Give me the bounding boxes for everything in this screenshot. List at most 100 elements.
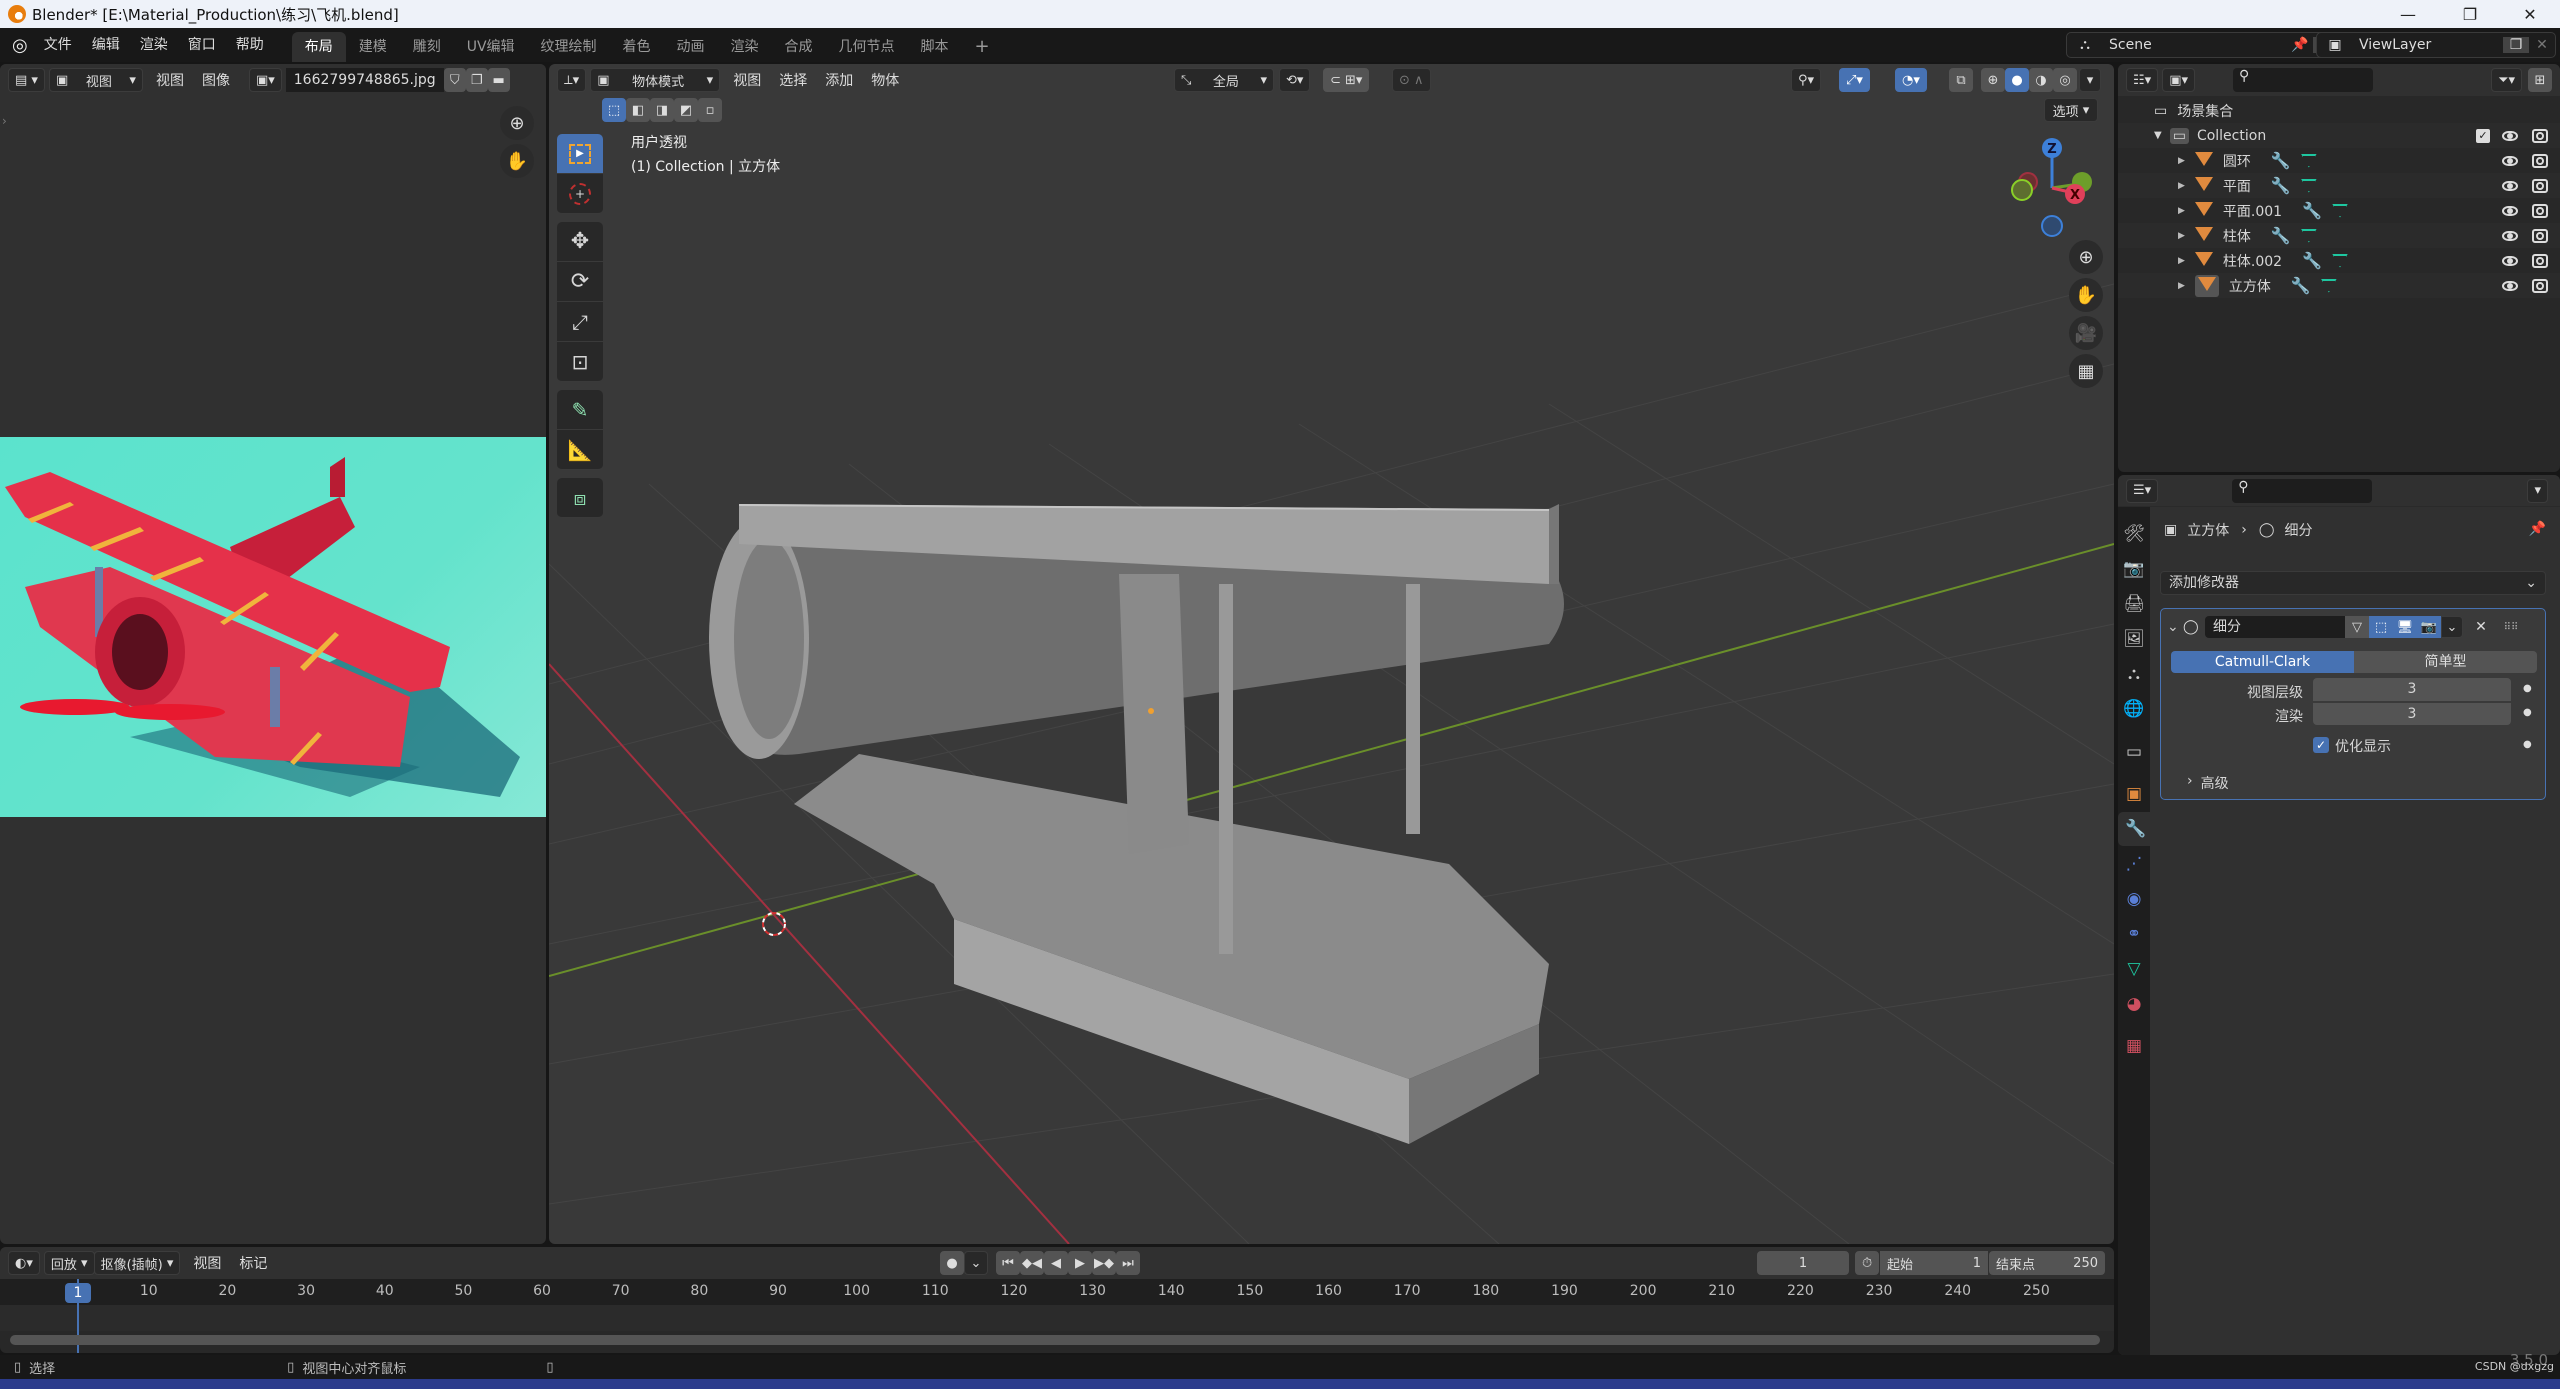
keyframe-track[interactable] bbox=[0, 1305, 2114, 1331]
filter-button[interactable]: ⏷▾ bbox=[2491, 68, 2522, 92]
keyframe-dot-icon[interactable]: ● bbox=[2523, 707, 2532, 718]
pivot-point-button[interactable]: ⟲▾ bbox=[1279, 68, 1311, 92]
tab-scene[interactable]: ⛬ bbox=[2118, 657, 2150, 691]
realtime-display-toggle[interactable]: 🖥 bbox=[2393, 616, 2417, 638]
collection-row[interactable]: ▼ ▭ Collection ✓ bbox=[2118, 123, 2560, 148]
mode-dropdown[interactable]: ▣ 物体模式 ▾ bbox=[590, 68, 721, 92]
minimize-button[interactable]: — bbox=[2378, 0, 2438, 28]
menu-object[interactable]: 物体 bbox=[862, 70, 908, 90]
expand-arrow-icon[interactable]: ▶ bbox=[2178, 231, 2185, 241]
workspace-tab-layout[interactable]: 布局 bbox=[291, 32, 346, 62]
play-reverse-button[interactable]: ◀ bbox=[1044, 1251, 1068, 1275]
visibility-eye-icon[interactable] bbox=[2502, 205, 2518, 216]
select-intersect-icon[interactable]: ▫ bbox=[698, 98, 722, 122]
menu-render[interactable]: 渲染 bbox=[130, 28, 178, 62]
display-mode-button[interactable]: ☷▾ bbox=[2126, 68, 2159, 92]
menu-add[interactable]: 添加 bbox=[816, 70, 862, 90]
modifier-wrench-icon[interactable]: 🔧 bbox=[2271, 226, 2291, 245]
xray-toggle[interactable]: ⧉ bbox=[1949, 68, 1973, 92]
rotate-tool[interactable]: ⟳ bbox=[557, 262, 603, 302]
select-new-icon[interactable]: ⬚ bbox=[602, 98, 626, 122]
tab-texture[interactable]: ▦ bbox=[2118, 1029, 2150, 1063]
shading-rendered-button[interactable]: ◎ bbox=[2053, 68, 2077, 92]
tab-collection[interactable]: ▭ bbox=[2118, 735, 2150, 769]
add-cube-tool[interactable]: ⧈ bbox=[557, 478, 603, 518]
pin-properties-icon[interactable]: 📌 bbox=[2529, 521, 2546, 537]
tab-world[interactable]: 🌐 bbox=[2118, 692, 2150, 726]
select-invert-icon[interactable]: ◩ bbox=[674, 98, 698, 122]
collapse-arrow-icon[interactable]: ▼ bbox=[2154, 130, 2162, 141]
mesh-data-icon[interactable] bbox=[2332, 253, 2349, 268]
end-frame-field[interactable]: 结束点 250 bbox=[1989, 1251, 2105, 1275]
outliner-object-row[interactable]: ▶ 平面.001 🔧 bbox=[2118, 198, 2560, 223]
restore-button[interactable]: ❐ bbox=[2440, 0, 2500, 28]
tab-constraints[interactable]: ⚭ bbox=[2118, 917, 2150, 951]
modifier-wrench-icon[interactable]: 🔧 bbox=[2302, 251, 2322, 270]
menu-marker[interactable]: 标记 bbox=[230, 1253, 276, 1273]
zoom-icon[interactable]: ⊕ bbox=[500, 106, 534, 140]
modifier-name-field[interactable]: 细分 bbox=[2205, 616, 2345, 638]
expand-arrow-icon[interactable]: ▶ bbox=[2178, 181, 2185, 191]
optimal-display-checkbox[interactable]: ✓ bbox=[2313, 737, 2329, 753]
menu-edit[interactable]: 编辑 bbox=[82, 28, 130, 62]
mesh-data-icon[interactable] bbox=[2300, 178, 2317, 193]
view-layer-selector[interactable]: ▣ ViewLayer ❐ ✕ bbox=[2316, 32, 2556, 58]
edit-mode-toggle[interactable]: ▽ bbox=[2345, 616, 2369, 638]
zoom-view-icon[interactable]: ⊕ bbox=[2069, 240, 2103, 274]
select-subtract-icon[interactable]: ◨ bbox=[650, 98, 674, 122]
outliner-view-layer-button[interactable]: ▣▾ bbox=[2162, 68, 2195, 92]
outliner-object-row[interactable]: ▶ 圆环 🔧 bbox=[2118, 148, 2560, 173]
view-mode-dropdown[interactable]: ▣ 视图 ▾ bbox=[48, 68, 143, 92]
auto-keying-dropdown[interactable]: ⌄ bbox=[964, 1251, 988, 1275]
outliner-object-row[interactable]: ▶ 柱体.002 🔧 bbox=[2118, 248, 2560, 273]
transform-orientation-dropdown[interactable]: ⤡ 全局 ▾ bbox=[1174, 68, 1274, 92]
browse-image-button[interactable]: ▣▾ bbox=[248, 68, 282, 92]
start-frame-field[interactable]: 起始 1 bbox=[1880, 1251, 1988, 1275]
modifier-wrench-icon[interactable]: 🔧 bbox=[2302, 201, 2322, 220]
editor-type-button[interactable]: ▤ ▾ bbox=[8, 68, 45, 92]
next-keyframe-button[interactable]: ▶◆ bbox=[1092, 1251, 1116, 1275]
properties-editor-type-button[interactable]: ☰▾ bbox=[2126, 478, 2159, 503]
outliner-object-row[interactable]: ▶ 立方体 🔧 bbox=[2118, 273, 2560, 298]
options-dropdown[interactable]: 选项 ▾ bbox=[2044, 98, 2098, 122]
expand-toolbar-icon[interactable]: › bbox=[2, 114, 7, 128]
tab-render[interactable]: 📷 bbox=[2118, 552, 2150, 586]
measure-tool[interactable]: 📐 bbox=[557, 430, 603, 470]
workspace-tab-geometry-nodes[interactable]: 几何节点 bbox=[826, 32, 908, 62]
annotate-tool[interactable]: ✎ bbox=[557, 390, 603, 430]
shading-wireframe-button[interactable]: ⊕ bbox=[1981, 68, 2005, 92]
expand-arrow-icon[interactable]: ▶ bbox=[2178, 156, 2185, 166]
render-camera-icon[interactable] bbox=[2532, 128, 2548, 143]
navigation-gizmo[interactable]: Z X bbox=[2009, 130, 2099, 240]
menu-image[interactable]: 图像 bbox=[193, 70, 239, 90]
shading-solid-button[interactable]: ● bbox=[2005, 68, 2029, 92]
cursor-tool[interactable]: + bbox=[557, 174, 603, 214]
menu-view[interactable]: 视图 bbox=[147, 70, 193, 90]
remove-modifier-icon[interactable]: ✕ bbox=[2469, 619, 2493, 635]
visibility-eye-icon[interactable] bbox=[2502, 230, 2518, 241]
playhead-frame-indicator[interactable]: 1 bbox=[65, 1283, 91, 1303]
open-image-icon[interactable]: ▬ bbox=[487, 68, 510, 92]
transform-tool[interactable]: ⊡ bbox=[557, 342, 603, 382]
tab-object[interactable]: ▣ bbox=[2118, 777, 2150, 811]
collapse-modifier-icon[interactable]: ⌄ bbox=[2167, 619, 2183, 635]
properties-options-dropdown[interactable]: ▾ bbox=[2527, 478, 2548, 503]
perspective-toggle-icon[interactable]: ▦ bbox=[2069, 354, 2103, 388]
properties-search-input[interactable]: ⚲ bbox=[2232, 478, 2373, 503]
tab-material[interactable]: ◕ bbox=[2118, 987, 2150, 1021]
catmull-clark-option[interactable]: Catmull-Clark bbox=[2171, 651, 2354, 673]
tab-output[interactable]: 🖨 bbox=[2118, 587, 2150, 621]
scale-tool[interactable]: ⤢ bbox=[557, 302, 603, 342]
shading-options-dropdown[interactable]: ▾ bbox=[2079, 68, 2101, 92]
current-frame-field[interactable]: 1 bbox=[1757, 1251, 1849, 1275]
menu-select[interactable]: 选择 bbox=[770, 70, 816, 90]
drag-handle-icon[interactable]: ⠿⠿ bbox=[2499, 622, 2523, 633]
modifier-wrench-icon[interactable]: 🔧 bbox=[2291, 276, 2311, 295]
render-camera-icon[interactable] bbox=[2532, 228, 2548, 243]
expand-arrow-icon[interactable]: ▶ bbox=[2178, 206, 2185, 216]
workspace-tab-shading[interactable]: 着色 bbox=[610, 32, 664, 62]
image-name-field[interactable]: 1662799748865.jpg bbox=[285, 68, 444, 92]
camera-view-icon[interactable]: 🎥 bbox=[2069, 316, 2103, 350]
visibility-eye-icon[interactable] bbox=[2502, 155, 2518, 166]
move-tool[interactable]: ✥ bbox=[557, 222, 603, 262]
